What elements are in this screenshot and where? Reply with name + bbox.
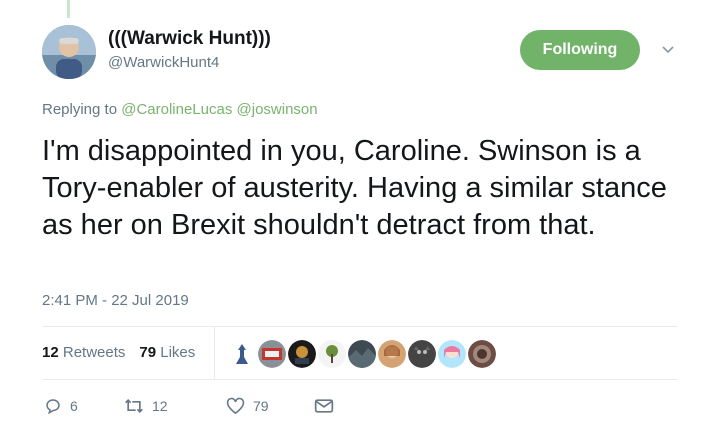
liker-avatar[interactable]	[378, 340, 406, 368]
reply-count: 6	[70, 398, 78, 414]
user-handle[interactable]: @WarwickHunt4	[108, 54, 219, 71]
direct-message-action[interactable]	[314, 398, 334, 414]
display-name[interactable]: (((Warwick Hunt)))	[108, 28, 271, 50]
reply-mention-carolinelucas[interactable]: @CarolineLucas	[121, 101, 232, 118]
timestamp[interactable]: 2:41 PM - 22 Jul 2019	[42, 292, 189, 309]
like-icon	[226, 397, 245, 415]
retweets-stat[interactable]: 12 Retweets	[42, 344, 125, 361]
likers-avatars	[228, 340, 496, 368]
replying-prefix: Replying to	[42, 101, 118, 118]
retweets-count: 12	[42, 344, 59, 361]
retweet-count: 12	[152, 398, 168, 414]
likes-label: Likes	[160, 344, 196, 361]
liker-avatar[interactable]	[318, 340, 346, 368]
likes-stat[interactable]: 79 Likes	[139, 344, 195, 361]
liker-avatar[interactable]	[438, 340, 466, 368]
likes-count: 79	[139, 344, 157, 361]
liker-avatar[interactable]	[408, 340, 436, 368]
reply-action[interactable]: 6	[44, 397, 124, 415]
thread-connector-line	[67, 0, 70, 18]
retweet-icon	[125, 398, 143, 414]
liker-avatar[interactable]	[258, 340, 286, 368]
reply-mention-joswinson[interactable]: @joswinson	[237, 101, 318, 118]
liker-avatar[interactable]	[288, 340, 316, 368]
like-count: 79	[253, 398, 269, 414]
engagement-stats: 12 Retweets 79 Likes	[42, 344, 195, 361]
like-action[interactable]: 79	[226, 397, 314, 415]
following-button[interactable]: Following	[520, 30, 640, 70]
retweets-label: Retweets	[62, 344, 126, 361]
message-icon	[314, 399, 334, 413]
tweet-actions: 6 12 79	[44, 397, 334, 415]
liker-avatar[interactable]	[468, 340, 496, 368]
divider	[42, 379, 678, 380]
liker-avatar[interactable]	[228, 340, 256, 368]
divider	[42, 326, 678, 327]
tweet-text: I'm disappointed in you, Caroline. Swins…	[42, 135, 667, 241]
stats-separator	[214, 326, 215, 379]
reply-icon	[46, 399, 60, 415]
retweet-action[interactable]: 12	[124, 397, 226, 415]
avatar[interactable]	[42, 25, 96, 79]
liker-avatar[interactable]	[348, 340, 376, 368]
replying-to: Replying to @CarolineLucas @joswinson	[42, 101, 318, 118]
chevron-down-icon[interactable]	[658, 40, 678, 60]
